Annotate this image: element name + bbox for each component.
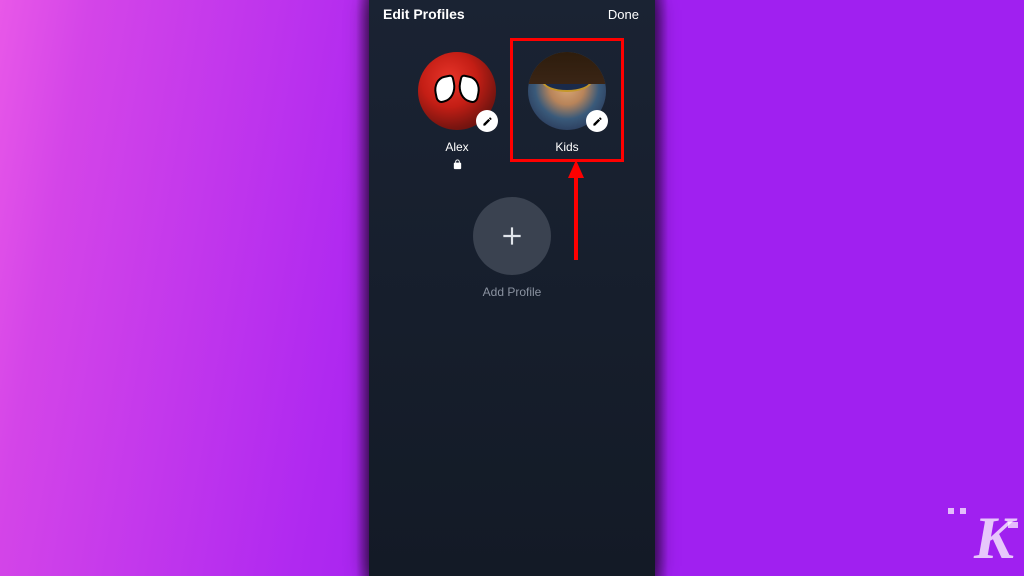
pencil-icon [592, 116, 603, 127]
page-title: Edit Profiles [383, 6, 465, 22]
profile-name: Alex [445, 140, 468, 154]
lock-icon [452, 158, 463, 171]
add-profile-section: Add Profile [369, 197, 655, 299]
plus-icon [499, 223, 525, 249]
edit-profile-button[interactable] [586, 110, 608, 132]
screen-shadow [356, 0, 369, 576]
profile-item-kids[interactable]: Kids [528, 52, 606, 171]
screen-shadow [655, 0, 668, 576]
profile-name: Kids [555, 140, 578, 154]
watermark-decoration [948, 508, 966, 514]
watermark-logo: K [974, 508, 1012, 568]
avatar-wrap [528, 52, 606, 130]
avatar-wrap [418, 52, 496, 130]
header: Edit Profiles Done [369, 0, 655, 22]
done-button[interactable]: Done [608, 7, 639, 22]
add-profile-button[interactable] [473, 197, 551, 275]
pencil-icon [482, 116, 493, 127]
profiles-grid: Alex Kids [369, 52, 655, 171]
phone-screen: Edit Profiles Done Alex [369, 0, 655, 576]
add-profile-label: Add Profile [483, 285, 542, 299]
edit-profile-button[interactable] [476, 110, 498, 132]
profile-item-alex[interactable]: Alex [418, 52, 496, 171]
